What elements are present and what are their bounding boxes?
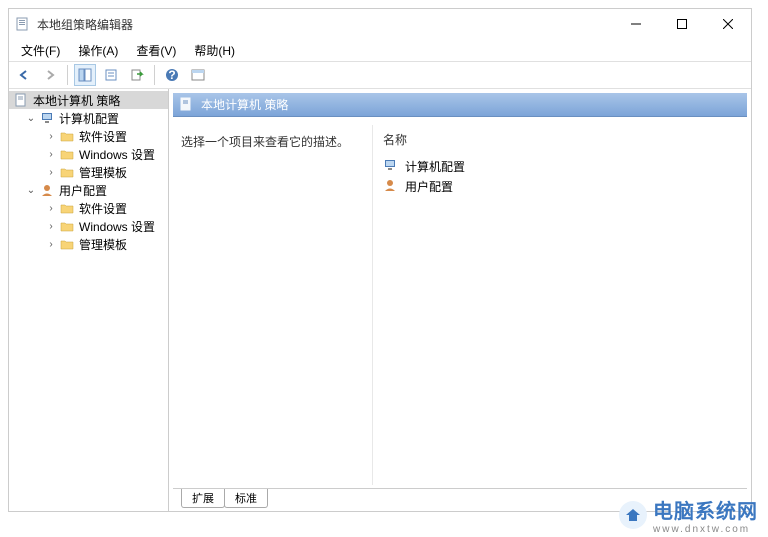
toolbar-separator xyxy=(67,65,68,85)
expand-icon[interactable]: › xyxy=(45,202,57,214)
gpedit-window: 本地组策略编辑器 文件(F) 操作(A) 查看(V) 帮助(H) ? 本地计算机… xyxy=(8,8,752,512)
back-button[interactable] xyxy=(13,64,35,86)
expand-icon[interactable]: › xyxy=(45,166,57,178)
watermark-url: www.dnxtw.com xyxy=(653,524,758,535)
tree-windows-settings[interactable]: › Windows 设置 xyxy=(9,145,168,163)
tree-user-config[interactable]: ⌄ 用户配置 xyxy=(9,181,168,199)
tree-admin-templates[interactable]: › 管理模板 xyxy=(9,163,168,181)
watermark-title: 电脑系统网 xyxy=(653,501,758,523)
details-content: 选择一个项目来查看它的描述。 名称 计算机配置 用户配置 xyxy=(169,121,751,489)
show-tree-button[interactable] xyxy=(74,64,96,86)
tree-software-settings[interactable]: › 软件设置 xyxy=(9,127,168,145)
tree-label: 软件设置 xyxy=(79,128,127,145)
tab-extended[interactable]: 扩展 xyxy=(181,489,225,508)
tree-root[interactable]: 本地计算机 策略 xyxy=(9,91,168,109)
toolbar: ? xyxy=(9,61,751,89)
computer-icon xyxy=(39,110,55,126)
tree-software-settings-user[interactable]: › 软件设置 xyxy=(9,199,168,217)
window-buttons xyxy=(613,9,751,39)
tree-admin-templates-user[interactable]: › 管理模板 xyxy=(9,235,168,253)
menu-action[interactable]: 操作(A) xyxy=(70,40,126,61)
list-item-label: 计算机配置 xyxy=(405,158,465,175)
computer-icon xyxy=(383,158,399,174)
maximize-button[interactable] xyxy=(659,9,705,39)
tree-windows-settings-user[interactable]: › Windows 设置 xyxy=(9,217,168,235)
document-icon xyxy=(179,97,195,113)
svg-text:?: ? xyxy=(168,68,175,82)
list-item-label: 用户配置 xyxy=(405,178,453,195)
collapse-icon[interactable]: ⌄ xyxy=(25,184,37,196)
titlebar: 本地组策略编辑器 xyxy=(9,9,751,39)
description-column: 选择一个项目来查看它的描述。 xyxy=(173,125,373,485)
folder-icon xyxy=(59,218,75,234)
details-pane: 本地计算机 策略 选择一个项目来查看它的描述。 名称 计算机配置 用户配置 xyxy=(169,89,751,511)
list-item-computer-config[interactable]: 计算机配置 xyxy=(383,156,737,176)
tree-pane[interactable]: 本地计算机 策略 ⌄ 计算机配置 › 软件设置 › Windows 设置 › 管… xyxy=(9,89,169,511)
toolbar-separator xyxy=(154,65,155,85)
description-text: 选择一个项目来查看它的描述。 xyxy=(181,135,349,149)
folder-icon xyxy=(59,200,75,216)
expand-icon[interactable]: › xyxy=(45,220,57,232)
close-button[interactable] xyxy=(705,9,751,39)
watermark: 电脑系统网 www.dnxtw.com xyxy=(619,495,758,535)
menu-help[interactable]: 帮助(H) xyxy=(186,40,243,61)
tab-divider xyxy=(173,488,747,489)
minimize-button[interactable] xyxy=(613,9,659,39)
user-icon xyxy=(39,182,55,198)
user-icon xyxy=(383,178,399,194)
options-button[interactable] xyxy=(187,64,209,86)
tab-standard[interactable]: 标准 xyxy=(224,489,268,508)
folder-icon xyxy=(59,164,75,180)
app-icon xyxy=(15,16,31,32)
menu-view[interactable]: 查看(V) xyxy=(128,40,184,61)
window-title: 本地组策略编辑器 xyxy=(37,16,613,33)
tree-label: 管理模板 xyxy=(79,236,127,253)
watermark-logo-icon xyxy=(619,501,647,529)
tree-label: 管理模板 xyxy=(79,164,127,181)
list-item-user-config[interactable]: 用户配置 xyxy=(383,176,737,196)
tree-label: 计算机配置 xyxy=(59,110,119,127)
tree-label: Windows 设置 xyxy=(79,146,155,163)
details-header-text: 本地计算机 策略 xyxy=(201,96,288,113)
folder-icon xyxy=(59,146,75,162)
expand-icon[interactable]: › xyxy=(45,238,57,250)
collapse-icon[interactable]: ⌄ xyxy=(25,112,37,124)
export-button[interactable] xyxy=(126,64,148,86)
tree-label: 本地计算机 策略 xyxy=(33,92,120,109)
menubar: 文件(F) 操作(A) 查看(V) 帮助(H) xyxy=(9,39,751,61)
properties-button[interactable] xyxy=(100,64,122,86)
forward-button[interactable] xyxy=(39,64,61,86)
watermark-text-group: 电脑系统网 www.dnxtw.com xyxy=(653,495,758,535)
folder-icon xyxy=(59,128,75,144)
details-header: 本地计算机 策略 xyxy=(173,93,747,117)
tree-label: 用户配置 xyxy=(59,182,107,199)
folder-icon xyxy=(59,236,75,252)
column-header-name[interactable]: 名称 xyxy=(383,131,737,148)
expand-icon[interactable]: › xyxy=(45,130,57,142)
tree-label: 软件设置 xyxy=(79,200,127,217)
menu-file[interactable]: 文件(F) xyxy=(13,40,68,61)
list-column: 名称 计算机配置 用户配置 xyxy=(373,125,747,485)
tree-label: Windows 设置 xyxy=(79,218,155,235)
document-icon xyxy=(13,92,29,108)
tree-computer-config[interactable]: ⌄ 计算机配置 xyxy=(9,109,168,127)
expand-icon[interactable]: › xyxy=(45,148,57,160)
body: 本地计算机 策略 ⌄ 计算机配置 › 软件设置 › Windows 设置 › 管… xyxy=(9,89,751,511)
help-button[interactable]: ? xyxy=(161,64,183,86)
